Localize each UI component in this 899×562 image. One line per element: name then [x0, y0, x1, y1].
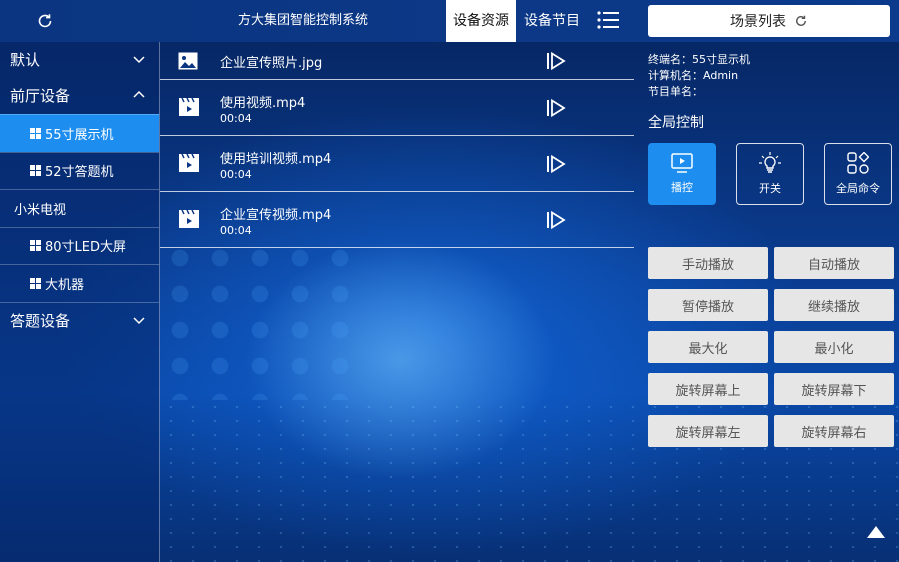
rotate-right-button[interactable]: 旋转屏幕右	[774, 415, 894, 447]
chevron-down-icon	[133, 56, 145, 64]
chevron-up-icon	[133, 90, 145, 98]
scene-list-label: 场景列表	[730, 14, 786, 30]
image-file-icon	[178, 52, 198, 70]
file-name: 企业宣传照片.jpg	[220, 56, 323, 71]
menu-button[interactable]	[596, 9, 624, 33]
mode-playback-button[interactable]: 播控	[648, 143, 716, 205]
device-label: 52寸答题机	[45, 165, 114, 181]
device-label: 大机器	[45, 277, 85, 293]
apps-grid-icon	[847, 152, 869, 174]
device-label: 小米电视	[14, 202, 67, 218]
monitor-play-icon	[671, 153, 693, 173]
resume-play-button[interactable]: 继续播放	[774, 289, 894, 321]
device-info: 终端名：55寸显示机 计算机名：Admin 节目单名：	[648, 52, 750, 100]
file-row[interactable]: 企业宣传照片.jpg	[160, 42, 634, 80]
device-label: 55寸展示机	[45, 127, 114, 143]
file-name: 使用培训视频.mp4	[220, 152, 332, 167]
file-row[interactable]: 使用培训视频.mp4 00:04	[160, 136, 634, 192]
app-title: 方大集团智能控制系统	[237, 13, 368, 28]
device-item-big-machine[interactable]: 大机器	[0, 264, 159, 302]
refresh-icon	[38, 14, 52, 28]
device-item-55-display[interactable]: 55寸展示机	[0, 114, 159, 152]
play-icon[interactable]	[546, 154, 566, 174]
global-control-title: 全局控制	[648, 115, 704, 131]
file-name: 企业宣传视频.mp4	[220, 208, 332, 223]
chevron-down-icon	[133, 316, 145, 324]
terminal-name: 终端名：55寸显示机	[648, 53, 750, 66]
video-file-icon	[179, 153, 199, 172]
play-icon[interactable]	[546, 51, 566, 71]
file-row[interactable]: 企业宣传视频.mp4 00:04	[160, 192, 634, 248]
group-label: 答题设备	[10, 311, 71, 330]
group-quiz-devices[interactable]: 答题设备	[0, 303, 159, 339]
file-row[interactable]: 使用视频.mp4 00:04	[160, 80, 634, 136]
group-label: 前厅设备	[10, 87, 71, 105]
mode-label: 全局命令	[836, 182, 880, 195]
play-icon[interactable]	[546, 210, 566, 230]
minimize-button[interactable]: 最小化	[774, 331, 894, 363]
video-file-icon	[179, 209, 199, 228]
rotate-left-button[interactable]: 旋转屏幕左	[648, 415, 768, 447]
device-label: 80寸LED大屏	[45, 240, 127, 256]
group-label: 默认	[10, 51, 41, 69]
device-item-52-quiz[interactable]: 52寸答题机	[0, 151, 159, 190]
tab-device-resources[interactable]: 设备资源	[446, 0, 516, 42]
group-front-hall[interactable]: 前厅设备	[0, 78, 159, 114]
file-duration: 00:04	[220, 168, 252, 181]
windows-icon	[30, 277, 41, 289]
device-item-80-led[interactable]: 80寸LED大屏	[0, 226, 159, 265]
mode-label: 播控	[671, 181, 693, 194]
pause-play-button[interactable]: 暂停播放	[648, 289, 768, 321]
list-menu-icon	[597, 11, 619, 29]
windows-icon	[30, 127, 41, 139]
mode-label: 开关	[759, 182, 781, 195]
rotate-down-button[interactable]: 旋转屏幕下	[774, 373, 894, 405]
background-hex-pattern	[160, 240, 360, 400]
computer-name: 计算机名：Admin	[648, 69, 739, 82]
file-name: 使用视频.mp4	[220, 96, 306, 111]
file-duration: 00:04	[220, 112, 252, 125]
tab-device-programs[interactable]: 设备节目	[516, 0, 588, 42]
mode-power-button[interactable]: 开关	[736, 143, 804, 205]
device-sidebar: 默认 前厅设备 55寸展示机 52寸答题机 小米电视 80寸LED大屏 大机器 …	[0, 42, 160, 562]
auto-play-button[interactable]: 自动播放	[774, 247, 894, 279]
windows-icon	[30, 165, 41, 177]
play-icon[interactable]	[546, 98, 566, 118]
manual-play-button[interactable]: 手动播放	[648, 247, 768, 279]
windows-icon	[30, 240, 41, 252]
scene-list-button[interactable]: 场景列表	[648, 5, 890, 37]
header-bar: 方大集团智能控制系统 设备资源 设备节目 场景列表	[0, 0, 899, 42]
group-default[interactable]: 默认	[0, 42, 159, 78]
program-list-name: 节目单名：	[648, 85, 703, 98]
video-file-icon	[179, 97, 199, 116]
lightbulb-icon	[759, 152, 781, 173]
maximize-button[interactable]: 最大化	[648, 331, 768, 363]
resource-file-list: 企业宣传照片.jpg 使用视频.mp4 00:04 使用培训视频.mp4 00:…	[160, 42, 634, 248]
device-item-mi-tv[interactable]: 小米电视	[0, 189, 159, 227]
refresh-icon	[796, 15, 806, 26]
file-duration: 00:04	[220, 224, 252, 237]
triangle-up-icon[interactable]	[866, 525, 886, 539]
rotate-up-button[interactable]: 旋转屏幕上	[648, 373, 768, 405]
mode-global-commands-button[interactable]: 全局命令	[824, 143, 892, 205]
refresh-button[interactable]	[30, 8, 60, 34]
